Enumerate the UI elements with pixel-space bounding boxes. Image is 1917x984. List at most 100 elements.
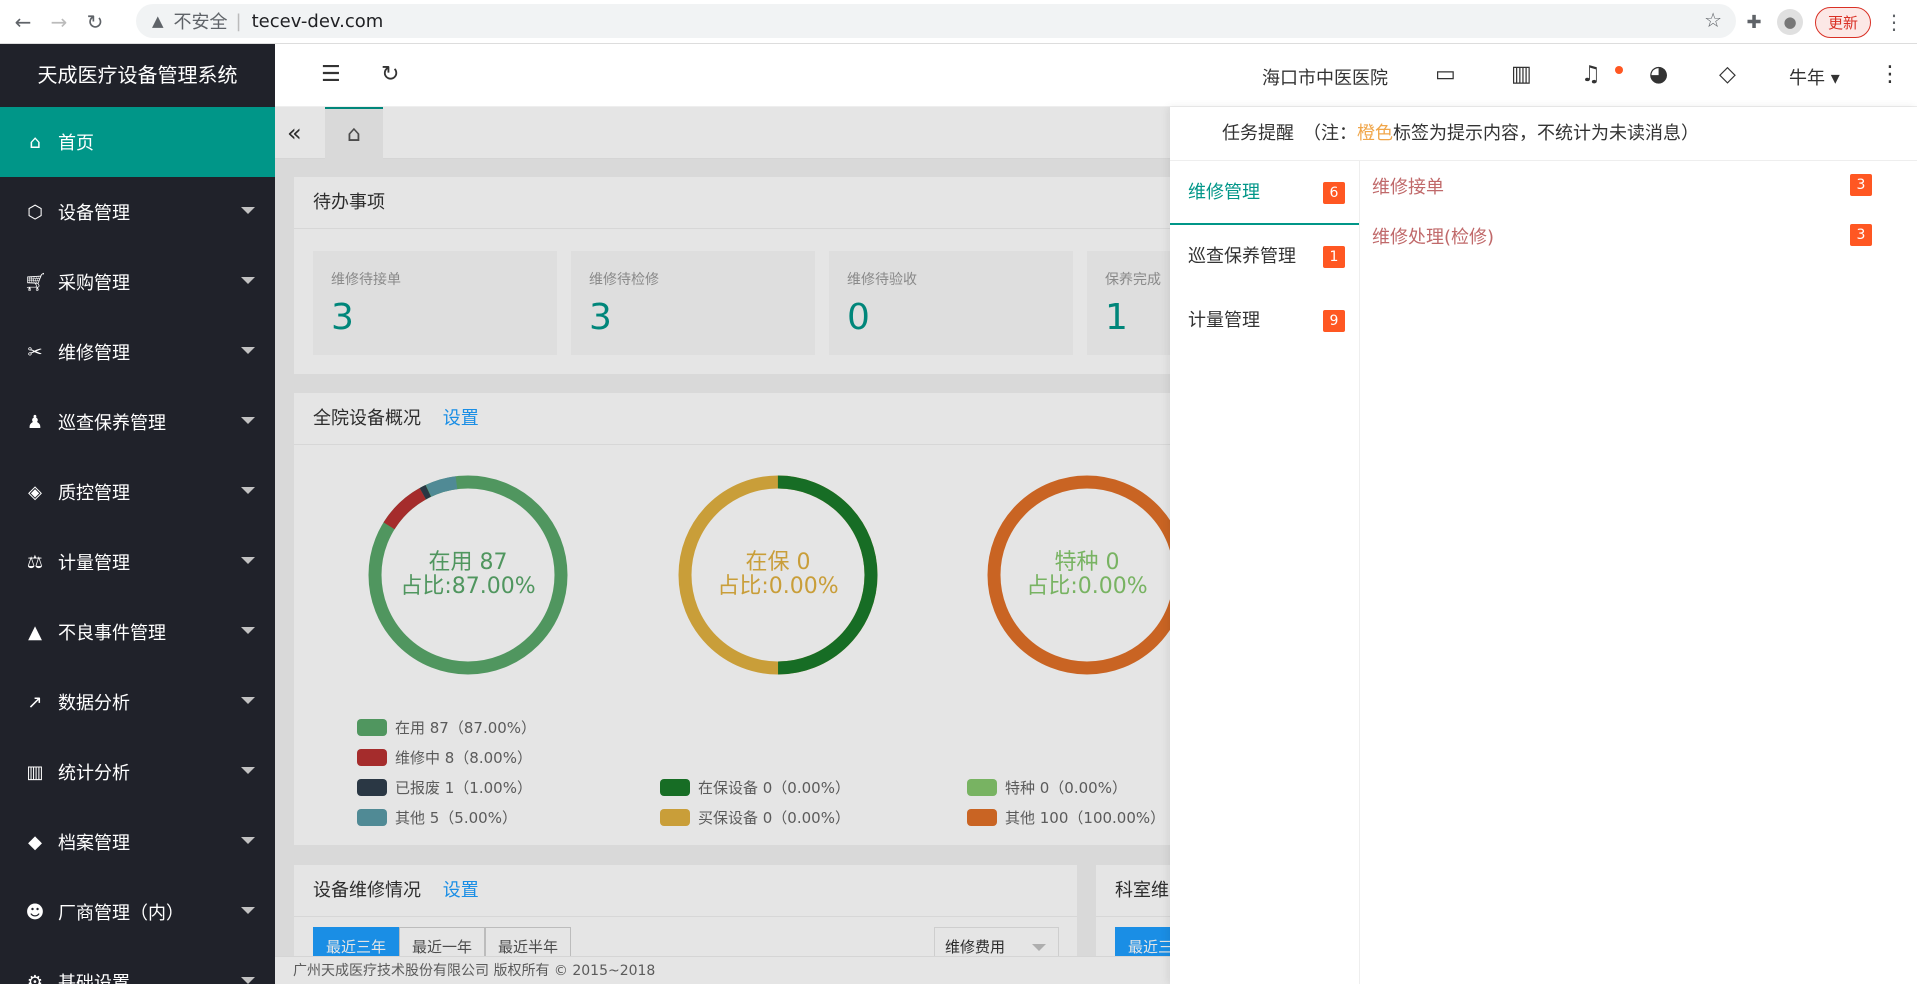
warning-icon: ▲ [152, 12, 164, 30]
profile-avatar-icon[interactable]: ● [1776, 9, 1803, 35]
user-name[interactable]: 牛年 ▾ [1789, 64, 1840, 90]
panel-tab-inspection[interactable]: 巡查保养管理 1 [1170, 225, 1359, 289]
palette-icon[interactable]: ◕ [1649, 62, 1668, 87]
tag-icon[interactable]: ◇ [1719, 62, 1736, 87]
chevron-down-icon [241, 417, 255, 424]
user-name-text: 牛年 [1789, 68, 1825, 89]
menu-toggle-icon[interactable]: ☰ [321, 62, 341, 87]
insecure-label: 不安全 [173, 12, 228, 33]
sidebar-item-label: 质控管理 [58, 483, 130, 504]
panel-tab-repair[interactable]: 维修管理 6 [1170, 161, 1359, 225]
sidebar: 天成医疗设备管理系统 ⌂ 首页 ⬡ 设备管理 🛒︎ 采购管理 ✂ 维修管理 ♟ … [0, 44, 275, 984]
cart-icon: 🛒︎ [24, 271, 47, 293]
chevron-down-icon [241, 207, 255, 214]
sidebar-item-label: 首页 [58, 133, 94, 154]
count-badge: 3 [1850, 174, 1872, 196]
sidebar-item-inspection[interactable]: ♟ 巡查保养管理 [0, 387, 275, 457]
gear-icon: ⚙ [26, 971, 44, 984]
sidebar-item-purchase[interactable]: 🛒︎ 采购管理 [0, 247, 275, 317]
bookmark-star-icon[interactable]: ☆ [1704, 8, 1722, 32]
sidebar-item-statistics[interactable]: ▥ 统计分析 [0, 737, 275, 807]
sidebar-item-label: 档案管理 [58, 833, 130, 854]
panel-tab-label: 计量管理 [1188, 310, 1260, 331]
panel-header-prefix: 任务提醒 （注： [1222, 123, 1357, 144]
chevron-down-icon [241, 767, 255, 774]
forward-icon[interactable]: → [46, 9, 72, 35]
browser-menu-icon[interactable]: ⋮ [1881, 9, 1907, 35]
screen-icon[interactable]: ▭ [1435, 62, 1456, 87]
back-icon[interactable]: ← [10, 9, 36, 35]
divider: | [235, 10, 242, 32]
count-badge: 1 [1323, 246, 1345, 268]
sidebar-item-vendors[interactable]: ☻ 厂商管理（内） [0, 877, 275, 947]
scale-icon: ⚖ [26, 551, 44, 573]
sidebar-item-label: 设备管理 [58, 203, 130, 224]
sidebar-item-label: 厂商管理（内） [58, 903, 184, 924]
chevron-down-icon [241, 557, 255, 564]
sidebar-item-home[interactable]: ⌂ 首页 [0, 107, 275, 177]
panel-item-repair-process[interactable]: 维修处理(检修) [1372, 223, 1494, 249]
chevron-down-icon [241, 977, 255, 984]
top-header: ☰ ↻ 海口市中医医院 ▭ ▥ ♫ ◕ ◇ 牛年 ▾ ⋮ [275, 44, 1917, 107]
sidebar-item-qc[interactable]: ◈ 质控管理 [0, 457, 275, 527]
notification-dot [1615, 66, 1623, 74]
people-icon: ☻ [25, 901, 45, 923]
chevron-down-icon [241, 837, 255, 844]
panel-tab-metrology[interactable]: 计量管理 9 [1170, 289, 1359, 353]
browser-toolbar: ← → ↻ ▲ 不安全 | tecev-dev.com ☆ ✚ ● 更新 ⋮ [0, 0, 1917, 44]
sidebar-item-label: 计量管理 [58, 553, 130, 574]
line-chart-icon: ↗ [27, 691, 43, 713]
panel-tabs: 维修管理 6 巡查保养管理 1 计量管理 9 [1170, 161, 1360, 984]
inspect-icon: ♟ [26, 411, 44, 433]
sidebar-item-metrology[interactable]: ⚖ 计量管理 [0, 527, 275, 597]
app-title: 天成医疗设备管理系统 [37, 63, 238, 87]
hospital-name[interactable]: 海口市中医医院 [1262, 64, 1388, 90]
chevron-down-icon [241, 627, 255, 634]
sidebar-item-repair[interactable]: ✂ 维修管理 [0, 317, 275, 387]
chevron-down-icon [241, 347, 255, 354]
sidebar-item-label: 维修管理 [58, 343, 130, 364]
sidebar-item-data-analysis[interactable]: ↗ 数据分析 [0, 667, 275, 737]
chevron-down-icon [241, 907, 255, 914]
panel-header-orange: 橙色 [1357, 123, 1393, 144]
sidebar-item-equipment[interactable]: ⬡ 设备管理 [0, 177, 275, 247]
chevron-down-icon [241, 277, 255, 284]
chevron-down-icon [241, 487, 255, 494]
address-bar[interactable]: ▲ 不安全 | tecev-dev.com ☆ [136, 4, 1736, 38]
panel-overlay[interactable] [275, 107, 1170, 984]
sidebar-item-label: 采购管理 [58, 273, 130, 294]
task-reminder-panel: 任务提醒 （注：橙色标签为提示内容，不统计为未读消息） 维修管理 6 巡查保养管… [1170, 107, 1917, 984]
update-button[interactable]: 更新 [1814, 6, 1871, 38]
sidebar-item-label: 数据分析 [58, 693, 130, 714]
sidebar-item-label: 基础设置 [58, 973, 130, 984]
sidebar-item-label: 巡查保养管理 [58, 413, 166, 434]
panel-header-suffix: 标签为提示内容，不统计为未读消息） [1393, 123, 1699, 144]
sidebar-item-basic-settings[interactable]: ⚙ 基础设置 [0, 947, 275, 984]
panel-header: 任务提醒 （注：橙色标签为提示内容，不统计为未读消息） [1170, 107, 1917, 161]
wrench-icon: ✂ [27, 341, 43, 363]
refresh-icon[interactable]: ↻ [381, 62, 399, 87]
box-icon: ⬡ [27, 201, 43, 223]
extensions-icon[interactable]: ✚ [1741, 9, 1767, 35]
home-icon: ⌂ [29, 131, 41, 153]
panel-item-repair-accept[interactable]: 维修接单 [1372, 173, 1444, 199]
count-badge: 3 [1850, 224, 1872, 246]
panel-tab-label: 维修管理 [1188, 182, 1260, 203]
sidebar-item-label: 统计分析 [58, 763, 130, 784]
layers-icon: ◆ [28, 831, 42, 853]
count-badge: 6 [1323, 182, 1345, 204]
bar-chart-icon: ▥ [26, 761, 44, 783]
chevron-down-icon [241, 697, 255, 704]
sidebar-item-archives[interactable]: ◆ 档案管理 [0, 807, 275, 877]
sidebar-item-label: 不良事件管理 [58, 623, 166, 644]
bell-icon[interactable]: ♫ [1581, 62, 1601, 87]
panel-tab-label: 巡查保养管理 [1188, 246, 1296, 267]
warning-icon: ▲ [28, 621, 42, 643]
more-icon[interactable]: ⋮ [1879, 62, 1901, 87]
count-badge: 9 [1323, 310, 1345, 332]
url-text[interactable]: tecev-dev.com [252, 11, 384, 32]
reload-icon[interactable]: ↻ [82, 9, 108, 35]
sidebar-item-adverse-events[interactable]: ▲ 不良事件管理 [0, 597, 275, 667]
shield-icon: ◈ [28, 481, 42, 503]
book-icon[interactable]: ▥ [1511, 62, 1532, 87]
